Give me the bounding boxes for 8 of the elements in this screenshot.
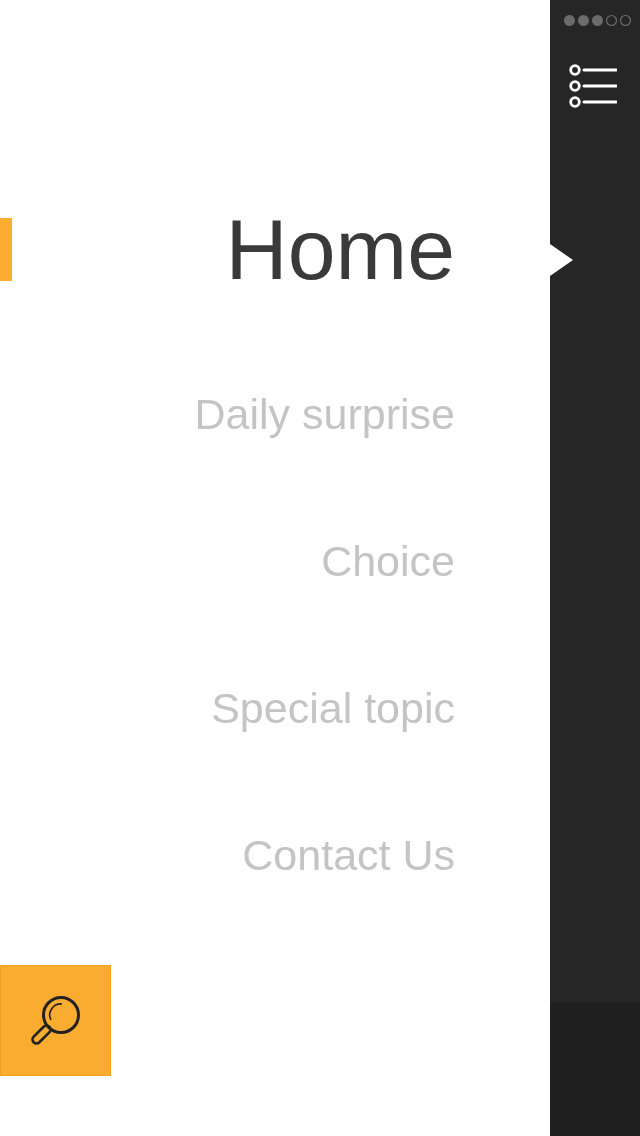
menu-item[interactable]: Special topic (211, 683, 455, 734)
search-button[interactable] (0, 965, 111, 1076)
menu-item[interactable]: Contact Us (242, 830, 455, 881)
menu-icon[interactable] (569, 64, 617, 108)
menu-item[interactable]: Choice (321, 536, 455, 587)
menu-item[interactable]: Home (225, 201, 455, 297)
signal-icon (563, 14, 631, 27)
menu-item[interactable]: Daily surprise (194, 389, 455, 440)
